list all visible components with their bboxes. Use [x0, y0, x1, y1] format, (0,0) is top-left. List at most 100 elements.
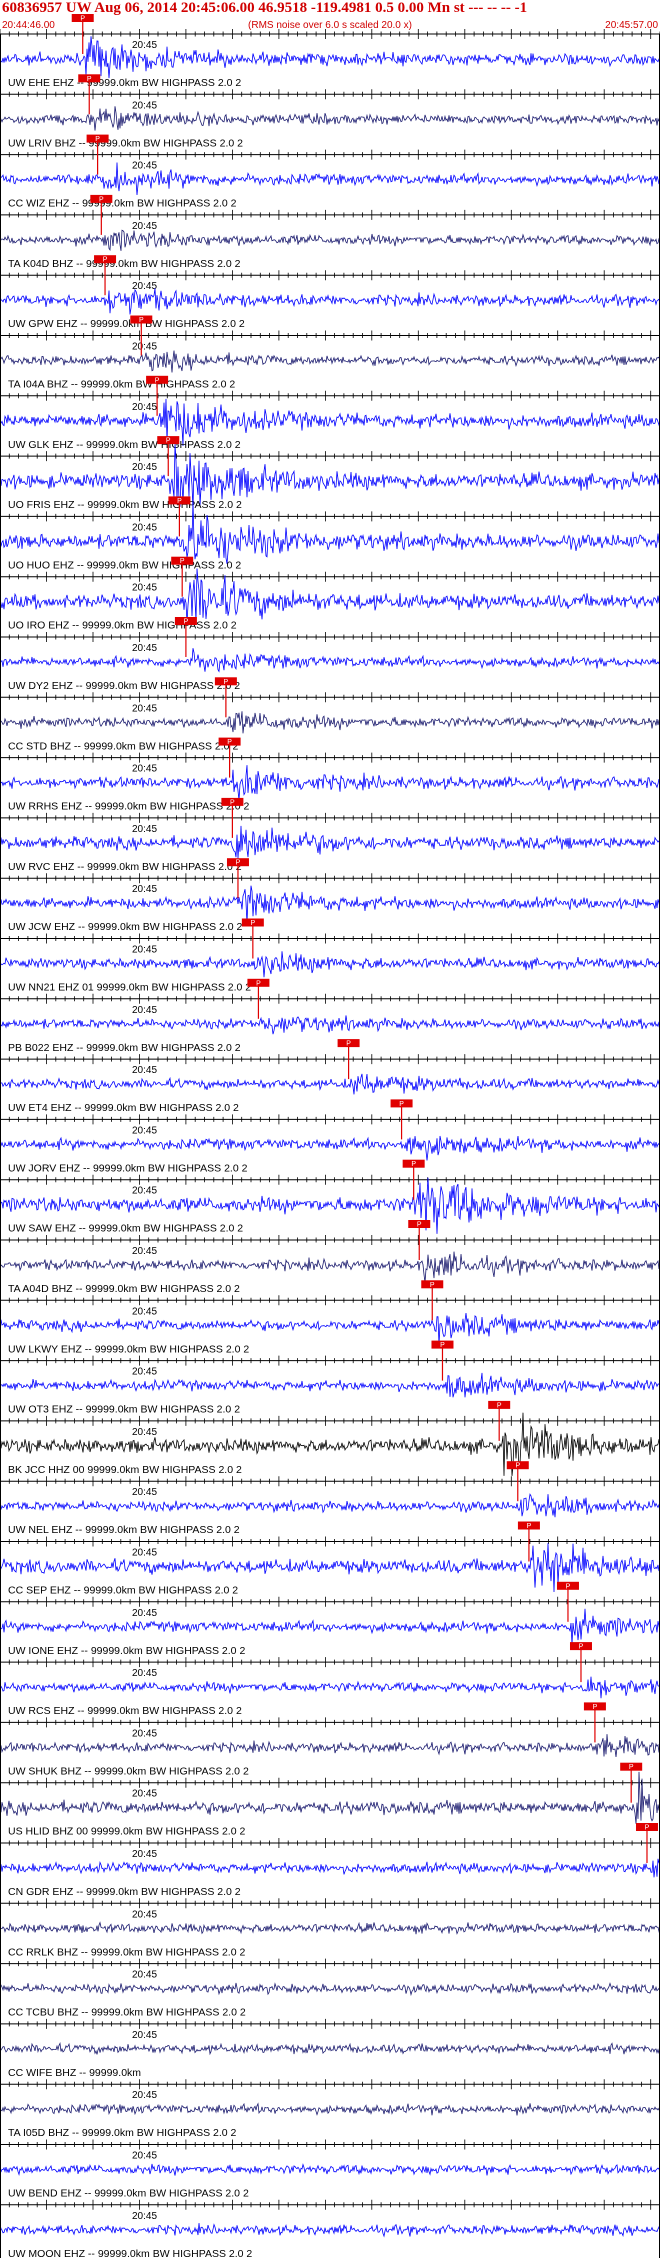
waveform-trace: [0, 2223, 660, 2238]
time-axis-label: 20:45: [132, 583, 157, 594]
pick-marker-label: P: [180, 558, 185, 565]
pick-marker-label: P: [411, 1161, 416, 1168]
waveform-trace: [0, 1372, 660, 1398]
station-label: CC WIZ EHZ -- 99999.0km BW HIGHPASS 2.0 …: [8, 198, 237, 210]
time-axis-label: 20:45: [132, 1849, 157, 1860]
pick-marker-label: P: [87, 76, 92, 83]
waveform-trace: [0, 1135, 660, 1161]
station-label: UW OT3 EHZ -- 99999.0km BW HIGHPASS 2.0 …: [8, 1404, 240, 1416]
pick-marker-label: P: [399, 1101, 404, 1108]
pick-marker-label: P: [99, 196, 104, 203]
pick-marker-label: P: [184, 619, 189, 626]
station-label: CC WIFE BHZ -- 99999.0km: [8, 2067, 141, 2079]
time-axis-label: 20:45: [132, 2090, 157, 2101]
waveform-trace: [0, 1608, 660, 1645]
station-label: UW MOON EHZ -- 99999.0km BW HIGHPASS 2.0…: [8, 2248, 252, 2258]
waveform-trace: [0, 825, 660, 859]
time-axis-label: 20:45: [132, 1608, 157, 1619]
pick-marker-label: P: [80, 16, 85, 23]
pick-marker-label: P: [256, 980, 261, 987]
waveform-trace: [0, 1251, 660, 1283]
time-axis-label: 20:45: [132, 462, 157, 473]
pick-marker-label: P: [177, 498, 182, 505]
waveform-trace: [0, 1015, 660, 1035]
station-label: PB B022 EHZ -- 99999.0km BW HIGHPASS 2.0…: [8, 1042, 241, 1054]
waveform-trace: [0, 1073, 660, 1095]
station-label: US HLID BHZ 00 99999.0km BW HIGHPASS 2.0…: [8, 1826, 245, 1838]
pick-marker-label: P: [440, 1342, 445, 1349]
time-axis-label: 20:45: [132, 1487, 157, 1498]
pick-marker-label: P: [417, 1222, 422, 1229]
time-axis-label: 20:45: [132, 2211, 157, 2222]
station-label: UO IRO EHZ -- 99999.0km BW HIGHPASS 2.0 …: [8, 620, 237, 632]
pick-marker-label: P: [346, 1041, 351, 1048]
pick-marker-label: P: [430, 1282, 435, 1289]
waveform-trace: [0, 106, 660, 131]
time-axis-label: 20:45: [132, 522, 157, 533]
time-axis-label: 20:45: [132, 221, 157, 232]
waveform-trace: [0, 648, 660, 673]
waveform-trace: [0, 765, 660, 801]
pick-marker-label: P: [95, 136, 100, 143]
waveform-trace: [0, 162, 660, 196]
pick-marker-label: P: [593, 1704, 598, 1711]
waveform-trace: [0, 2163, 660, 2176]
station-label: UW BEND EHZ -- 99999.0km BW HIGHPASS 2.0…: [8, 2188, 249, 2200]
time-axis-label: 20:45: [132, 1125, 157, 1136]
station-label: UW RCS EHZ -- 99999.0km BW HIGHPASS 2.0 …: [8, 1705, 242, 1717]
waveform-trace: [0, 1734, 660, 1757]
station-label: UW DY2 EHZ -- 99999.0km BW HIGHPASS 2.0 …: [8, 680, 240, 692]
station-label: UW NEL EHZ -- 99999.0km BW HIGHPASS 2.0 …: [8, 1524, 240, 1536]
pick-marker-label: P: [230, 799, 235, 806]
time-axis-label: 20:45: [132, 764, 157, 775]
station-label: CN GDR EHZ -- 99999.0km BW HIGHPASS 2.0 …: [8, 1886, 241, 1898]
waveform-trace: [0, 2102, 660, 2116]
station-label: UW LKWY EHZ -- 99999.0km BW HIGHPASS 2.0…: [8, 1343, 249, 1355]
station-label: UO HUO EHZ -- 99999.0km BW HIGHPASS 2.0 …: [8, 559, 241, 571]
waveform-trace: [0, 1921, 660, 1935]
time-axis-label: 20:45: [132, 1306, 157, 1317]
time-axis-label: 20:45: [132, 2030, 157, 2041]
waveform-trace: [0, 350, 660, 373]
pick-marker-label: P: [224, 679, 229, 686]
station-label: UW EHE EHZ -- 99999.0km BW HIGHPASS 2.0 …: [8, 77, 241, 89]
waveform-trace: [0, 1771, 660, 1824]
station-label: UW JORV EHZ -- 99999.0km BW HIGHPASS 2.0…: [8, 1162, 248, 1174]
station-label: UO FRIS EHZ -- 99999.0km BW HIGHPASS 2.0…: [8, 499, 242, 511]
pick-marker-label: P: [155, 377, 160, 384]
time-axis-label: 20:45: [132, 40, 157, 51]
pick-marker-label: P: [579, 1644, 584, 1651]
waveform-trace: [0, 1856, 660, 1878]
station-label: UW SAW EHZ -- 99999.0km BW HIGHPASS 2.0 …: [8, 1223, 243, 1235]
pick-marker-label: P: [629, 1764, 634, 1771]
waveform-trace: [0, 1312, 660, 1346]
station-label: UW SHUK BHZ -- 99999.0km BW HIGHPASS 2.0…: [8, 1765, 249, 1777]
time-axis-label: 20:45: [132, 945, 157, 956]
station-label: TA A04D BHZ -- 99999.0km BW HIGHPASS 2.0…: [8, 1283, 240, 1295]
waveform-trace: [0, 951, 660, 978]
waveform-trace: [0, 1493, 660, 1518]
waveform-trace: [0, 229, 660, 252]
waveform-trace: [0, 885, 660, 924]
station-label: CC TCBU BHZ -- 99999.0km BW HIGHPASS 2.0…: [8, 2007, 246, 2019]
station-label: TA K04D BHZ -- 99999.0km BW HIGHPASS 2.0…: [8, 258, 241, 270]
time-axis-label: 20:45: [132, 1065, 157, 1076]
time-axis-label: 20:45: [132, 402, 157, 413]
time-axis-label: 20:45: [132, 1909, 157, 1920]
station-label: UW IONE EHZ -- 99999.0km BW HIGHPASS 2.0…: [8, 1645, 245, 1657]
time-axis-label: 20:45: [132, 1548, 157, 1559]
time-axis-label: 20:45: [132, 1668, 157, 1679]
station-label: UW ET4 EHZ -- 99999.0km BW HIGHPASS 2.0 …: [8, 1102, 239, 1114]
waveform-trace: [0, 2042, 660, 2056]
pick-marker-label: P: [527, 1523, 532, 1530]
seismogram-plot: 20:45 P UW EHE EHZ -- 99999.0km BW HIGHPAS…: [0, 14, 660, 2258]
time-axis-label: 20:45: [132, 1728, 157, 1739]
time-axis-label: 20:45: [132, 342, 157, 353]
station-label: CC RRLK BHZ -- 99999.0km BW HIGHPASS 2.0…: [8, 1946, 245, 1958]
time-axis-label: 20:45: [132, 824, 157, 835]
waveform-trace: [0, 36, 660, 79]
time-axis-label: 20:45: [132, 703, 157, 714]
time-axis-label: 20:45: [132, 1427, 157, 1438]
station-label: UW GLK EHZ -- 99999.0km BW HIGHPASS 2.0 …: [8, 439, 241, 451]
waveform-trace: [0, 711, 660, 734]
